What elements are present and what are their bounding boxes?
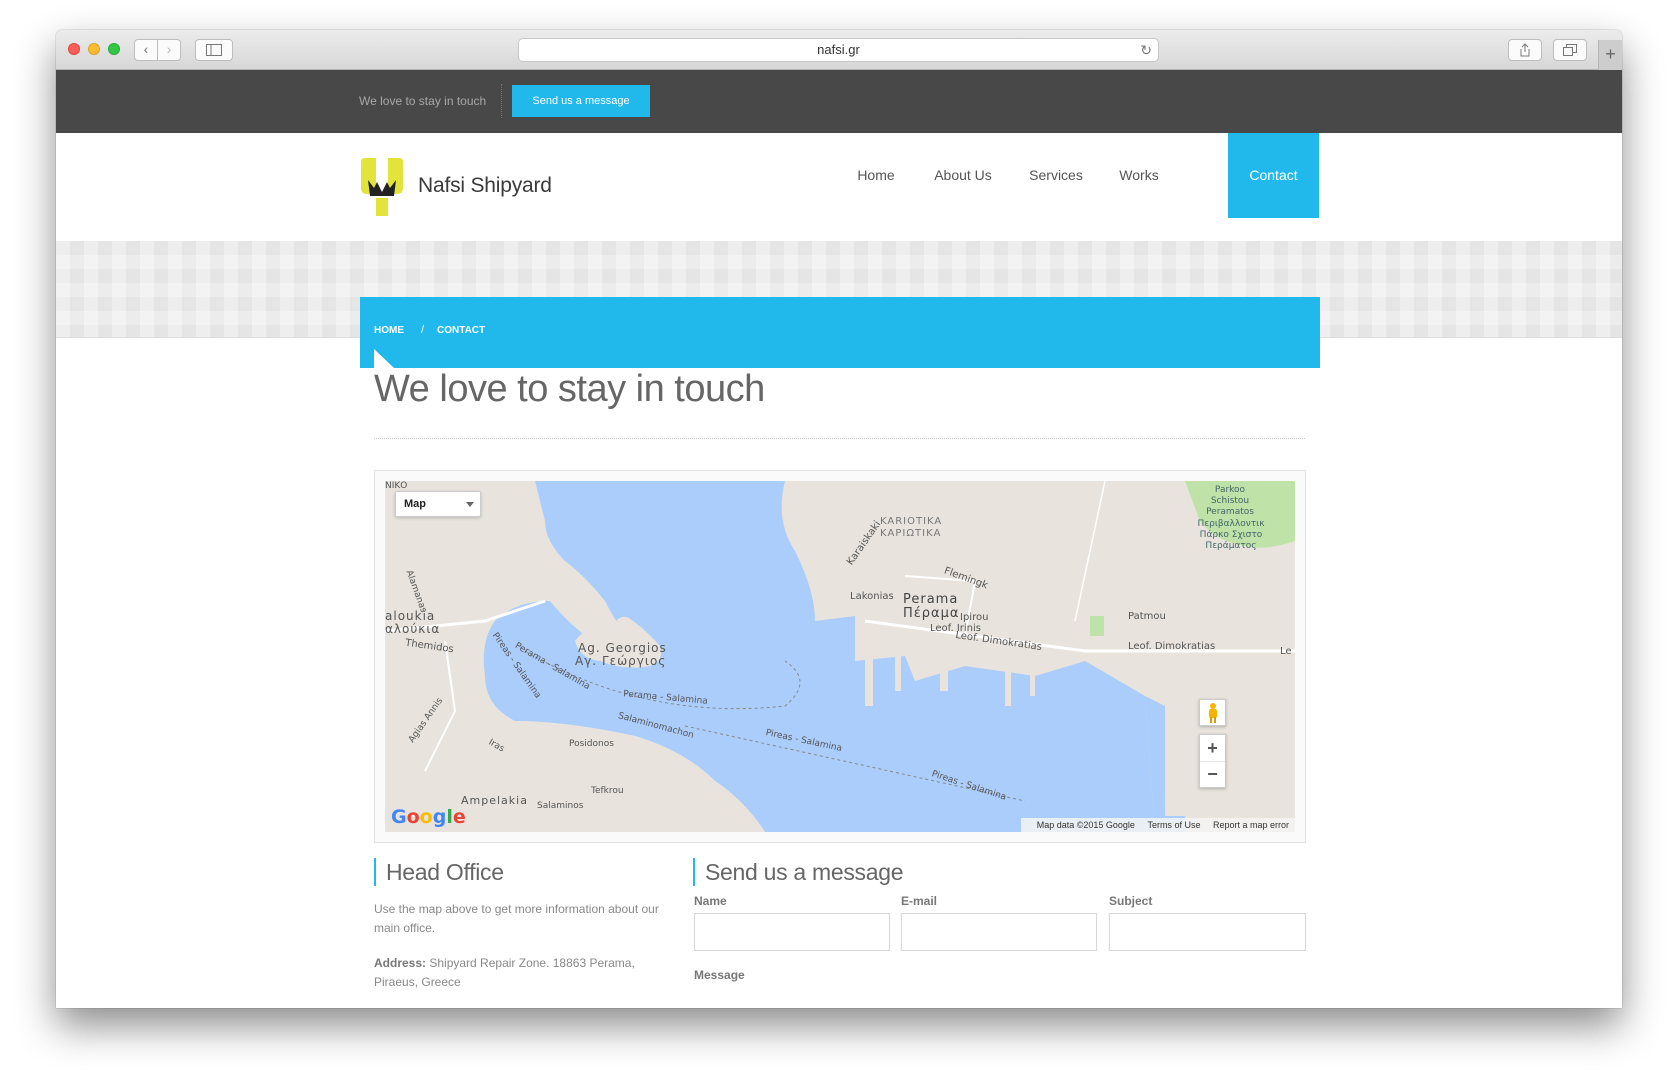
street-view-pegman[interactable] bbox=[1199, 699, 1226, 726]
close-window-button[interactable] bbox=[68, 43, 80, 55]
reload-icon[interactable]: ↻ bbox=[1140, 39, 1152, 61]
name-label: Name bbox=[694, 894, 727, 908]
plus-icon: + bbox=[1605, 44, 1616, 64]
map-label: Patmou bbox=[1128, 611, 1166, 622]
map-label: Posidonos bbox=[569, 739, 614, 749]
logo[interactable]: Nafsi Shipyard bbox=[361, 158, 561, 218]
breadcrumb-notch bbox=[374, 349, 394, 368]
map-frame: Map ΝΙΚΟ KARIOTIKA ΚΑΡΙΩΤΙΚΑ Parkoo Schi… bbox=[374, 470, 1306, 843]
tabs-overview-button[interactable] bbox=[1553, 39, 1587, 61]
map-type-label: Map bbox=[404, 498, 426, 510]
map-label: Περιβαλλοντικ Πάρκο Σχιστο Περάματος bbox=[1197, 519, 1265, 551]
topbar-divider bbox=[501, 84, 502, 118]
map[interactable]: Map ΝΙΚΟ KARIOTIKA ΚΑΡΙΩΤΙΚΑ Parkoo Schi… bbox=[385, 481, 1295, 832]
report-map-error-link[interactable]: Report a map error bbox=[1213, 820, 1289, 830]
chevron-left-icon: ‹ bbox=[143, 41, 149, 57]
send-message-button[interactable]: Send us a message bbox=[512, 85, 650, 117]
email-label: E-mail bbox=[901, 894, 938, 908]
map-label: Parkoo Schistou Peramatos bbox=[1206, 485, 1254, 517]
map-label: ΝΙΚΟ bbox=[385, 481, 408, 491]
google-logo: Google bbox=[391, 806, 466, 828]
name-input[interactable] bbox=[694, 913, 890, 951]
pegman-icon bbox=[1208, 703, 1217, 723]
map-label: Πέραμα bbox=[903, 606, 960, 621]
map-label: αλούκια bbox=[385, 622, 441, 636]
address-label: Address: bbox=[374, 956, 427, 970]
map-label: Salaminos bbox=[537, 801, 584, 811]
address-bar[interactable]: nafsi.gr ↻ bbox=[518, 38, 1159, 62]
subject-input[interactable] bbox=[1109, 913, 1306, 951]
nav-contact[interactable]: Contact bbox=[1228, 133, 1319, 218]
sidebar-icon bbox=[206, 44, 222, 56]
share-button[interactable] bbox=[1508, 39, 1542, 61]
logo-mark-icon bbox=[361, 158, 403, 216]
zoom-out-button[interactable]: − bbox=[1200, 762, 1225, 788]
page-title: We love to stay in touch bbox=[374, 368, 765, 410]
map-label: Tefkrou bbox=[591, 786, 624, 796]
form-heading: Send us a message bbox=[693, 858, 904, 886]
email-input[interactable] bbox=[901, 913, 1097, 951]
map-label: Ipirou bbox=[960, 612, 989, 623]
map-label: Le bbox=[1280, 646, 1292, 657]
breadcrumb: HOME / CONTACT bbox=[360, 297, 1320, 368]
forward-button[interactable]: › bbox=[157, 39, 181, 61]
nav-home[interactable]: Home bbox=[841, 133, 911, 218]
map-label: Αγ. Γεώργιος bbox=[575, 654, 667, 668]
zoom-controls: + − bbox=[1199, 734, 1226, 788]
message-label: Message bbox=[694, 968, 745, 982]
terms-of-use-link[interactable]: Terms of Use bbox=[1147, 820, 1200, 830]
map-label: aloukia bbox=[385, 609, 436, 623]
back-button[interactable]: ‹ bbox=[134, 39, 158, 61]
nav-services[interactable]: Services bbox=[1016, 133, 1096, 218]
nav-works[interactable]: Works bbox=[1104, 133, 1174, 218]
subject-label: Subject bbox=[1109, 894, 1153, 908]
browser-toolbar: ‹ › nafsi.gr ↻ + bbox=[56, 30, 1622, 70]
title-divider bbox=[374, 438, 1305, 439]
breadcrumb-current: CONTACT bbox=[437, 325, 486, 336]
site-header: Nafsi Shipyard Home About Us Services Wo… bbox=[56, 133, 1622, 241]
map-background bbox=[385, 481, 1295, 832]
new-tab-button[interactable]: + bbox=[1598, 40, 1622, 70]
map-label: Ag. Georgios bbox=[578, 641, 667, 655]
topbar: We love to stay in touch Send us a messa… bbox=[56, 70, 1622, 133]
map-data-text: Map data ©2015 Google bbox=[1036, 820, 1135, 830]
office-address: Address: Shipyard Repair Zone. 18863 Per… bbox=[374, 954, 659, 992]
map-label: Leof. Dimokratias bbox=[1128, 641, 1216, 652]
minimize-window-button[interactable] bbox=[88, 43, 100, 55]
tabs-icon bbox=[1563, 44, 1577, 56]
zoom-in-button[interactable]: + bbox=[1200, 735, 1225, 762]
zoom-window-button[interactable] bbox=[108, 43, 120, 55]
head-office-heading: Head Office bbox=[374, 858, 504, 886]
topbar-tagline: We love to stay in touch bbox=[359, 94, 487, 108]
map-type-select[interactable]: Map bbox=[395, 491, 481, 517]
map-attribution: Map data ©2015 Google Terms of Use Repor… bbox=[1020, 818, 1295, 832]
browser-window: ‹ › nafsi.gr ↻ + We love to stay in touc… bbox=[56, 30, 1622, 1008]
logo-text: Nafsi Shipyard bbox=[418, 174, 552, 197]
map-label: Lakonias bbox=[850, 591, 894, 602]
share-icon bbox=[1520, 43, 1530, 57]
map-label: ΚΑΡΙΩΤΙΚΑ bbox=[880, 528, 942, 539]
office-description: Use the map above to get more informatio… bbox=[374, 902, 659, 935]
chevron-down-icon bbox=[466, 502, 474, 507]
map-label: KARIOTIKA bbox=[880, 516, 943, 527]
breadcrumb-home[interactable]: HOME bbox=[374, 325, 404, 336]
sidebar-toggle-button[interactable] bbox=[195, 39, 233, 61]
map-label: Ampelakia bbox=[461, 794, 528, 807]
nav-about-us[interactable]: About Us bbox=[918, 133, 1008, 218]
chevron-right-icon: › bbox=[166, 41, 172, 57]
map-label: Perama bbox=[903, 592, 959, 607]
breadcrumb-separator: / bbox=[421, 324, 425, 336]
url-text: nafsi.gr bbox=[817, 42, 860, 57]
